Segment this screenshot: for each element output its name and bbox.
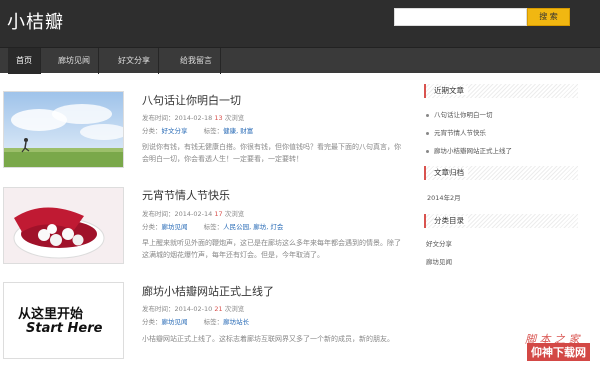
nav-item-home[interactable]: 首页 [8,48,41,74]
post-title[interactable]: 廊坊小桔瓣网站正式上线了 [142,283,274,299]
category-link[interactable]: 廊坊见闻 [162,318,188,326]
widget-title-categories: 分类目录 [424,214,578,228]
post-date: 发布时间：2014-02-18 [142,114,213,122]
post-excerpt: 别说你有钱，有钱无健康白搭。你很有钱，但你值钱吗？看完最下面的八句真言，你会明白… [142,143,401,163]
post-taxonomy: 分类：好文分享 标签：健康, 财富 [142,125,253,135]
tag-label: 标签： [203,127,224,135]
category-link[interactable]: 好文分享 [426,238,452,248]
post-meta: 发布时间：2014-02-14 17 次浏览 [142,208,244,218]
category-label: 分类： [142,318,162,326]
category-label: 分类： [142,127,162,135]
thumb-text-en: Start Here [26,321,103,336]
recent-post-link[interactable]: 元宵节情人节快乐 [426,127,486,137]
post-meta: 发布时间：2014-02-18 13 次浏览 [142,112,244,122]
category-link[interactable]: 好文分享 [162,127,188,135]
nav-item-share[interactable]: 好文分享 [110,48,159,74]
widget-title-archive: 文章归档 [424,166,578,180]
bullet-icon [426,131,429,135]
nav-item-langfang-news[interactable]: 廊坊见闻 [50,48,99,74]
post-meta: 发布时间：2014-02-10 21 次浏览 [142,303,244,313]
post-views-suffix: 次浏览 [224,210,245,218]
post-thumbnail-start-here[interactable]: 从这里开始 Start Here [3,282,124,359]
tag-label: 标签： [203,318,224,326]
tag-links[interactable]: 人民公园, 廊坊, 灯会 [223,223,283,231]
dumplings-image [4,188,123,263]
post-thumbnail-runner[interactable] [3,91,124,168]
post-date: 发布时间：2014-02-14 [142,210,213,218]
category-label: 分类： [142,223,162,231]
post-taxonomy: 分类：廊坊见闻 标签：人民公园, 廊坊, 灯会 [142,221,283,231]
bullet-icon [426,149,429,153]
category-link[interactable]: 廊坊见闻 [162,223,188,231]
recent-post-link[interactable]: 八句话让你明白一切 [426,109,493,119]
widget-title-recent: 近期文章 [424,84,578,98]
category-link[interactable]: 廊坊见闻 [426,256,452,266]
runner-image [4,92,123,167]
site-logo[interactable]: 小桔瓣 [7,8,64,34]
recent-post-link[interactable]: 廊坊小桔瓣网站正式上线了 [426,145,512,155]
post-taxonomy: 分类：廊坊见闻 标签：廊坊站长 [142,316,249,326]
tag-links[interactable]: 廊坊站长 [223,318,249,326]
post-views: 21 [214,305,223,313]
archive-link[interactable]: 2014年2月 [427,192,461,202]
post-views-suffix: 次浏览 [224,114,245,122]
post-views-suffix: 次浏览 [224,305,245,313]
post-excerpt: 早上醒来就听见外面的鞭炮声，这已是在廊坊这么多年来每年都会遇到的情景。除了这满城… [142,239,401,259]
tag-links[interactable]: 健康, 财富 [223,127,253,135]
post-title[interactable]: 八句话让你明白一切 [142,92,241,108]
post-thumbnail-dumplings[interactable] [3,187,124,264]
site-header: 小桔瓣 搜 索 [0,0,600,47]
post-views: 13 [214,114,223,122]
search-input[interactable] [394,8,527,26]
post-date: 发布时间：2014-02-10 [142,305,213,313]
thumb-text-cn: 从这里开始 [18,307,84,322]
search-button[interactable]: 搜 索 [527,8,570,26]
main-nav: 首页 廊坊见闻 好文分享 给我留言 [0,47,600,74]
post-excerpt: 小桔瓣网站正式上线了。这标志着廊坊互联网界又多了一个新的成员，新的朋友。 [142,335,394,343]
tag-label: 标签： [203,223,224,231]
watermark-badge: 仰神下载网 [527,343,590,361]
post-title[interactable]: 元宵节情人节快乐 [142,187,230,203]
nav-item-guestbook[interactable]: 给我留言 [172,48,221,74]
post-views: 17 [214,210,223,218]
bullet-icon [426,113,429,117]
